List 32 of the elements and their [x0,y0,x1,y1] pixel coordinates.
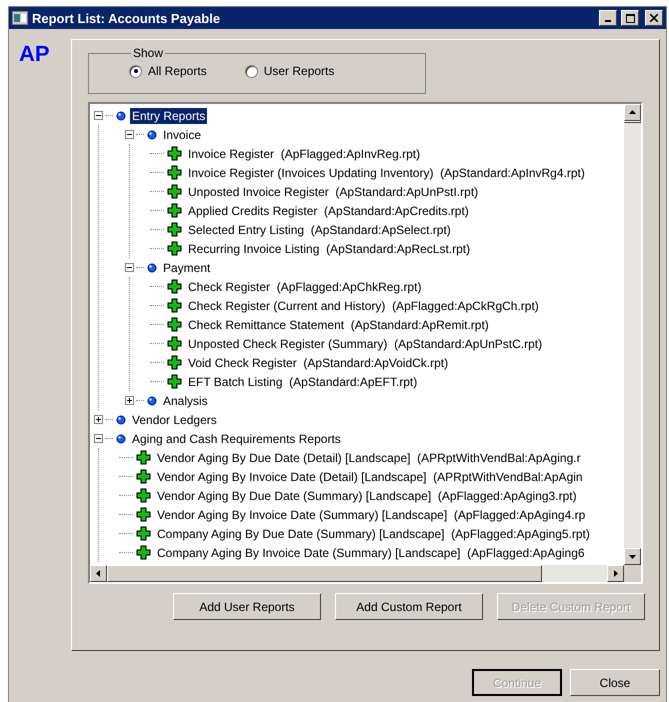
group-legend: Show [131,46,166,60]
tree-report[interactable]: Vendor Aging By Invoice Date (Summary) [Landscape] (ApFlagged:ApAging4.rp [155,506,588,522]
radio-option[interactable]: User Reports [244,64,334,78]
module-label: AP [19,41,51,68]
tree-report[interactable]: Company Aging By Due Date (Summary) [Landscape] (ApFlagged:ApAging5.rpt) [155,526,592,542]
tree-action-button[interactable]: Add User Reports [173,593,321,620]
tree-report[interactable]: Check Remittance Statement (ApStandard:ApRemit.rpt) [186,316,491,332]
radio-option[interactable]: All Reports [129,64,207,78]
tree-report[interactable]: Void Check Register (ApStandard:ApVoidCk.rpt) [186,354,450,370]
tree-report[interactable]: Vendor Aging By Invoice Date (Detail) [Landscape] (APRptWithVendBal:ApAgin [155,468,585,484]
tree-report[interactable]: Selected Entry Listing (ApStandard:ApSelect.rpt) [186,222,453,238]
tree-folder[interactable]: Analysis [161,392,210,408]
tree-report[interactable]: Applied Credits Register (ApStandard:ApCredits.rpt) [186,202,471,218]
tree-report[interactable]: EFT Batch Listing (ApStandard:ApEFT.rpt) [186,374,420,390]
dialog-button[interactable]: Close [570,669,660,696]
tree-report[interactable]: Unposted Invoice Register (ApStandard:ApUnPstI.rpt) [186,184,480,200]
tree-report[interactable]: Invoice Register (ApFlagged:ApInvReg.rpt) [186,146,422,162]
tree-folder[interactable]: Invoice [161,126,204,142]
tree-action-button[interactable]: Add Custom Report [335,593,483,620]
tree-folder[interactable]: Vendor Ledgers [130,412,219,428]
window-title: Report List: Accounts Payable [32,10,222,26]
tree-report[interactable]: Invoice Register (Invoices Updating Inventory) (ApStandard:ApInvRg4.rpt) [186,164,587,180]
tree-folder[interactable]: Payment [161,260,212,276]
tree-report[interactable]: Recurring Invoice Listing (ApStandard:ApRecLst.rpt) [186,240,472,256]
tree-report[interactable]: Vendor Aging By Due Date (Detail) [Landscape] (APRptWithVendBal:ApAging.r [155,450,583,466]
tree-report[interactable]: Check Register (Current and History) (ApFlagged:ApCkRgCh.rpt) [186,298,541,314]
tree-folder[interactable]: Entry Reports [130,108,208,124]
tree-folder[interactable]: Aging and Cash Requirements Reports [130,430,343,446]
tree-report[interactable]: Check Register (ApFlagged:ApChkReg.rpt) [186,278,424,294]
tree-report[interactable]: Company Aging By Invoice Date (Summary) [Landscape] (ApFlagged:ApAging6 [155,544,587,560]
tree-report[interactable]: Vendor Aging By Due Date (Summary) [Landscape] (ApFlagged:ApAging3.rpt) [155,488,579,504]
tree-report[interactable]: Unposted Check Register (Summary) (ApStandard:ApUnPstC.rpt) [186,336,544,352]
